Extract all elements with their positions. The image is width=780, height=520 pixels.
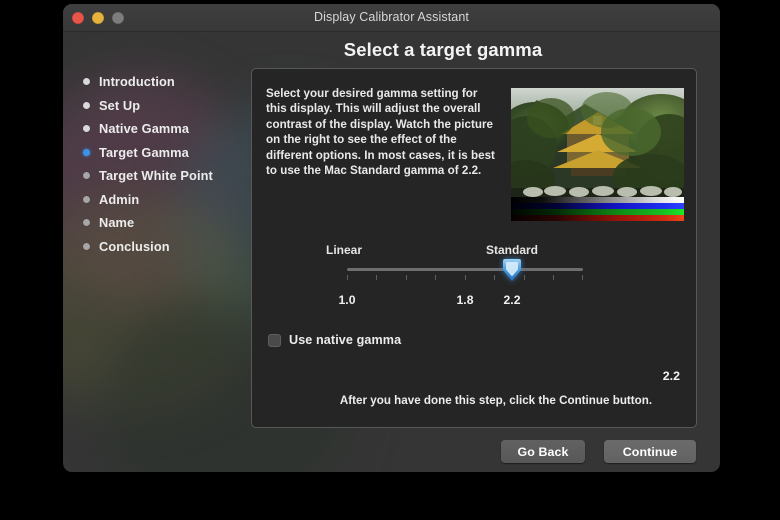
sidebar-item-label: Target Gamma	[99, 144, 189, 160]
step-bullet-icon	[83, 125, 90, 133]
window-title: Display Calibrator Assistant	[314, 10, 469, 24]
slider-tick	[553, 275, 554, 280]
slider-track[interactable]	[347, 268, 583, 271]
sidebar-item-label: Set Up	[99, 97, 141, 113]
use-native-gamma-checkbox[interactable]	[268, 333, 281, 347]
slider-tick	[465, 275, 466, 280]
step-bullet-active-icon	[83, 148, 90, 156]
display-calibrator-window: Display Calibrator Assistant Select a ta…	[63, 4, 720, 472]
go-back-button[interactable]: Go Back	[501, 440, 585, 463]
sidebar-item-native-gamma[interactable]: Native Gamma	[81, 117, 256, 141]
gamma-value-readout: 2.2	[662, 369, 680, 383]
slider-scale-label-1: 1.0	[338, 293, 356, 307]
page-title: Select a target gamma	[343, 39, 543, 60]
title-bar: Display Calibrator Assistant	[63, 4, 720, 32]
sidebar-item-label: Native Gamma	[99, 121, 190, 137]
screen: Display Calibrator Assistant Select a ta…	[0, 0, 780, 520]
step-bullet-icon	[83, 172, 90, 180]
sidebar-item-name[interactable]: Name	[81, 211, 256, 235]
sidebar-item-set-up[interactable]: Set Up	[81, 94, 256, 118]
slider-tick	[582, 275, 583, 280]
slider-tick	[347, 275, 348, 280]
step-bullet-icon	[83, 219, 90, 227]
step-bullet-icon	[83, 101, 90, 109]
content-panel: Select your desired gamma setting for th…	[251, 68, 697, 428]
sidebar-item-introduction[interactable]: Introduction	[81, 70, 256, 94]
slider-ticks	[347, 275, 583, 282]
slider-tick	[524, 275, 525, 280]
step-bullet-icon	[83, 242, 90, 250]
sidebar-item-admin[interactable]: Admin	[81, 188, 256, 212]
sidebar-item-label: Name	[99, 215, 135, 231]
slider-caption-standard: Standard	[485, 243, 539, 257]
step-bullet-icon	[83, 78, 90, 86]
slider-tick	[376, 275, 377, 280]
panel-description: Select your desired gamma setting for th…	[266, 87, 495, 178]
red-gradient-bar	[511, 215, 684, 221]
color-bars	[511, 197, 684, 221]
slider-scale-label-2: 1.8	[456, 293, 474, 307]
slider-tick	[435, 275, 436, 280]
step-bullet-icon	[83, 195, 90, 203]
sidebar-item-target-gamma[interactable]: Target Gamma	[81, 141, 256, 165]
step-list: Introduction Set Up Native Gamma Target …	[81, 70, 256, 258]
slider-scale-label-3: 2.2	[503, 293, 521, 307]
gamma-slider[interactable]: Linear Standard 1.0 1.8 2.2	[266, 237, 684, 317]
panel-footnote: After you have done this step, click the…	[339, 394, 653, 407]
use-native-gamma-label: Use native gamma	[289, 333, 402, 347]
sidebar-item-label: Conclusion	[99, 238, 170, 254]
slider-caption-linear: Linear	[325, 243, 363, 257]
continue-button[interactable]: Continue	[604, 440, 696, 463]
sidebar-item-conclusion[interactable]: Conclusion	[81, 235, 256, 259]
sidebar-item-label: Introduction	[99, 74, 175, 90]
use-native-gamma-row[interactable]: Use native gamma	[268, 333, 401, 347]
sidebar-item-label: Admin	[99, 191, 140, 207]
slider-tick	[494, 275, 495, 280]
footer-bar: Go Back Continue	[63, 434, 720, 472]
slider-thumb[interactable]	[501, 258, 523, 282]
slider-tick	[406, 275, 407, 280]
sidebar-item-target-white-point[interactable]: Target White Point	[81, 164, 256, 188]
sidebar-item-label: Target White Point	[99, 168, 213, 184]
